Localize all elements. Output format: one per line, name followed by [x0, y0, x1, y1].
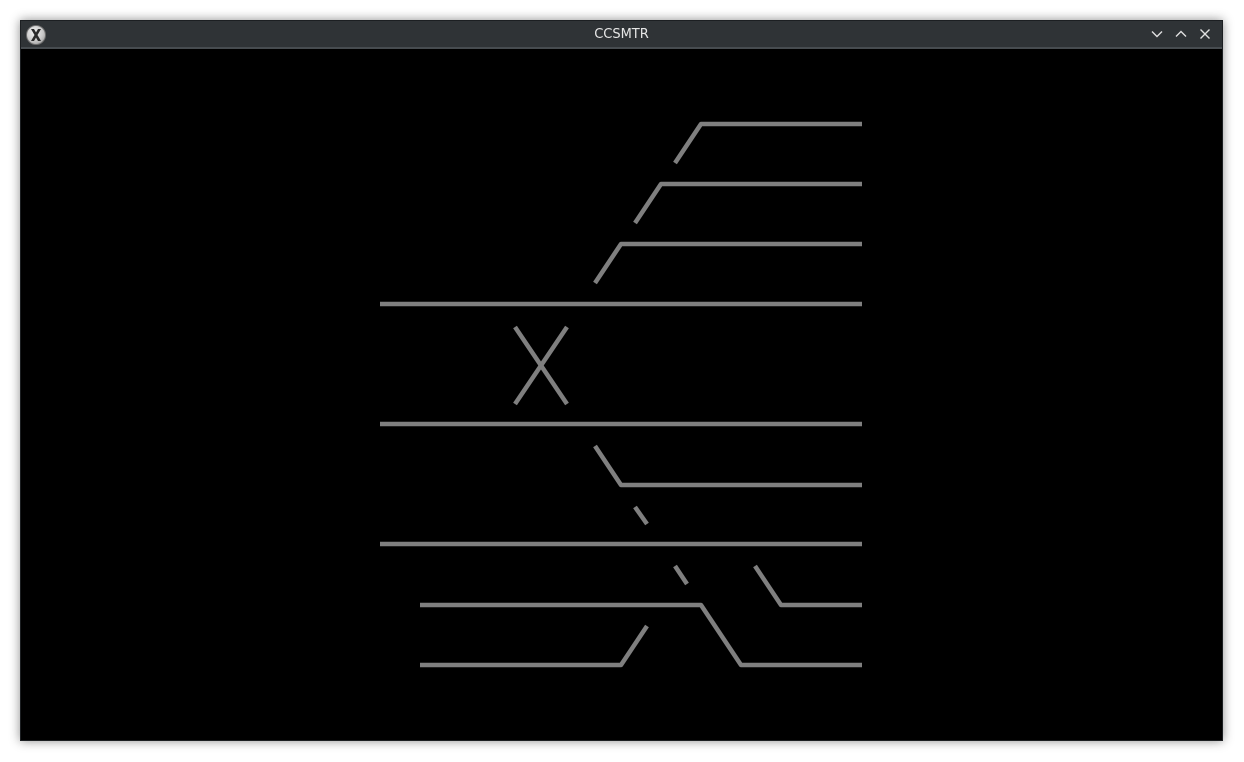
track-siding-5[interactable]: [753, 564, 862, 608]
track-siding-4[interactable]: [593, 444, 862, 488]
switch-stub-2[interactable]: [673, 564, 689, 586]
minimize-button[interactable]: [1149, 26, 1165, 42]
track-siding-1[interactable]: [673, 121, 862, 165]
track-siding-3[interactable]: [593, 241, 862, 285]
x-app-icon[interactable]: [26, 25, 46, 45]
track-layout: [380, 121, 862, 668]
app-window: CCSMTR: [20, 20, 1223, 741]
minimize-icon: [1151, 31, 1163, 38]
maximize-icon: [1175, 30, 1187, 37]
track-siding-2[interactable]: [633, 181, 862, 225]
switch-stub-1[interactable]: [633, 505, 649, 526]
window-title: CCSMTR: [594, 27, 649, 42]
track-diagram-canvas[interactable]: [21, 51, 1222, 740]
close-icon: [1200, 29, 1210, 39]
maximize-button[interactable]: [1173, 26, 1189, 42]
title-bar[interactable]: CCSMTR: [21, 21, 1222, 49]
track-lower-2[interactable]: [420, 624, 649, 668]
close-button[interactable]: [1197, 26, 1213, 42]
